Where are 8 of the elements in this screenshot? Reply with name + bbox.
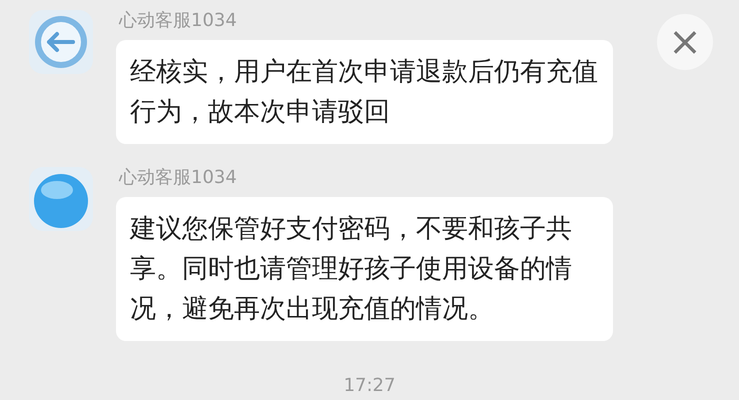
sender-name: 心动客服1034: [119, 9, 238, 33]
avatar-icon: [27, 166, 95, 232]
timestamp: 17:27: [344, 374, 396, 398]
sender-name: 心动客服1034: [119, 166, 238, 190]
close-button[interactable]: ×: [657, 14, 713, 70]
message-bubble: 建议您保管好支付密码，不要和孩子共享。同时也请管理好孩子使用设备的情况，避免再次出现充值的情况。: [116, 197, 613, 341]
message-bubble: 经核实，用户在首次申请退款后仍有充值行为，故本次申请驳回: [116, 40, 613, 144]
arrow-avatar-icon: [27, 9, 95, 75]
